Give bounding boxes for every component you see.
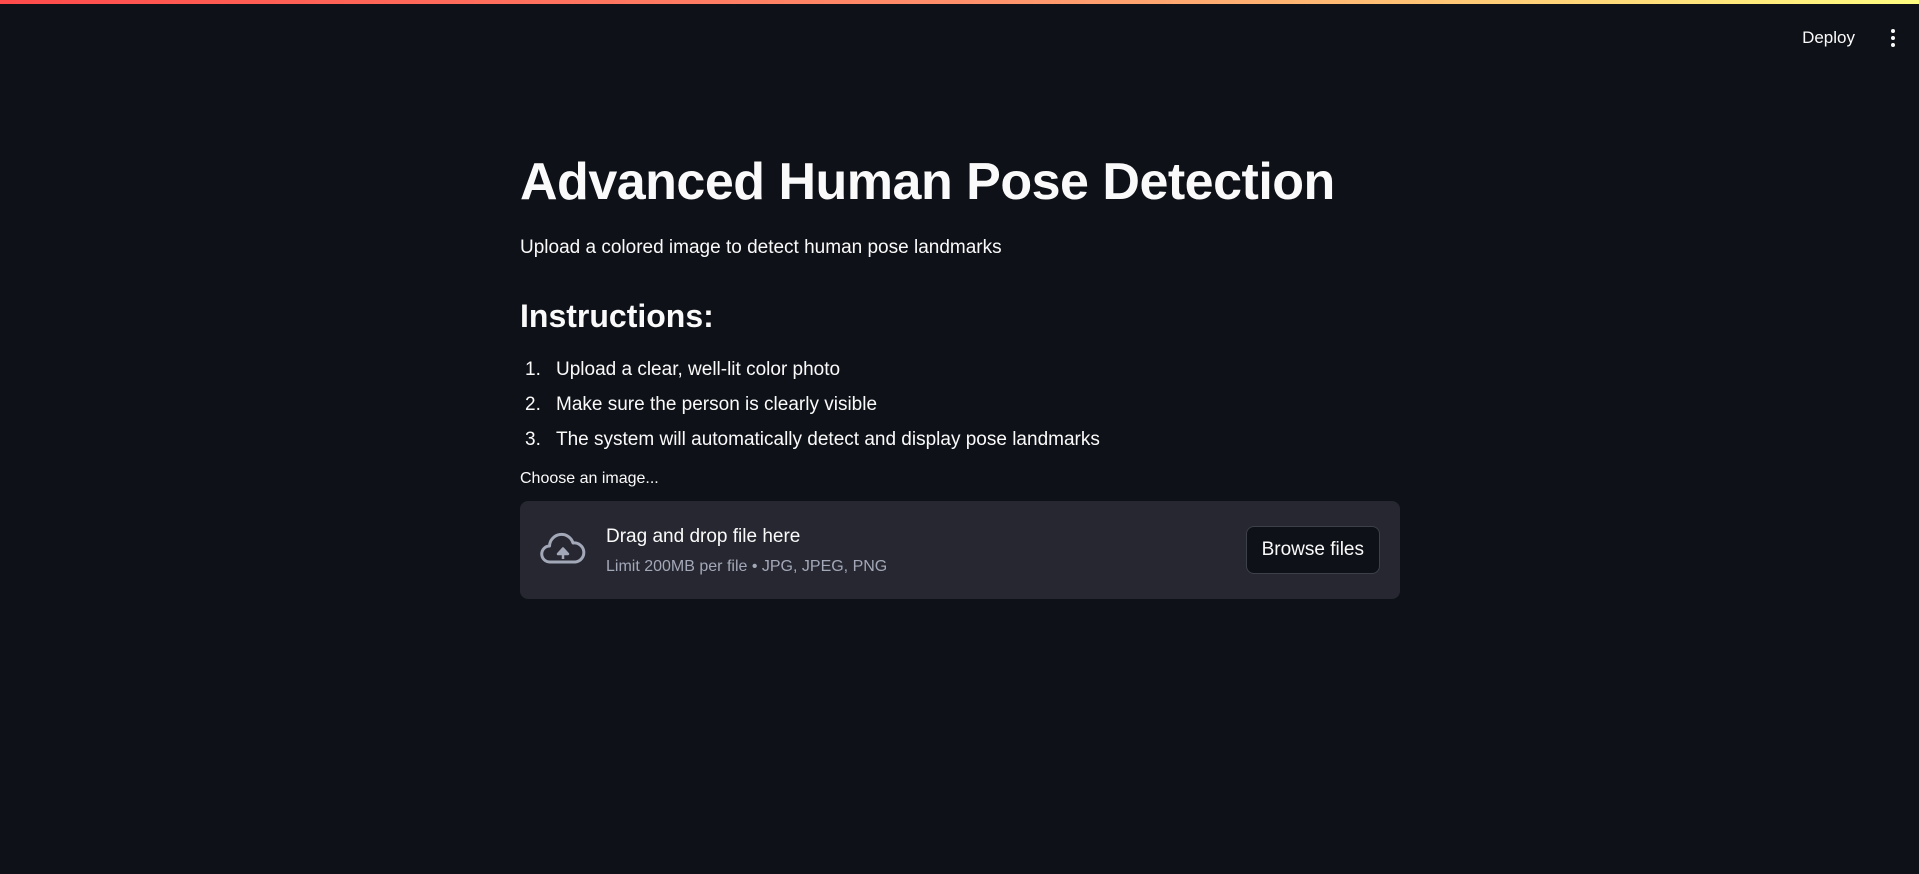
instruction-number: 1. <box>525 359 541 380</box>
app-header: Deploy <box>0 4 1919 64</box>
page-subtitle: Upload a colored image to detect human p… <box>520 237 1002 258</box>
instruction-text: Upload a clear, well-lit color photo <box>556 359 841 380</box>
instructions-list: 1. Upload a clear, well-lit color photo … <box>520 358 1400 452</box>
deploy-button[interactable]: Deploy <box>1792 19 1865 57</box>
instruction-number: 3. <box>525 429 541 450</box>
instruction-number: 2. <box>525 394 541 415</box>
file-dropzone[interactable]: Drag and drop file here Limit 200MB per … <box>520 501 1400 599</box>
main-content: Advanced Human Pose Detection Upload a c… <box>520 150 1400 599</box>
instruction-text: The system will automatically detect and… <box>556 429 1100 450</box>
instruction-item: 1. Upload a clear, well-lit color photo <box>520 358 1400 382</box>
instruction-text: Make sure the person is clearly visible <box>556 394 878 415</box>
browse-files-button[interactable]: Browse files <box>1245 526 1380 574</box>
instructions-heading: Instructions: <box>520 298 714 334</box>
file-uploader-label: Choose an image... <box>520 470 659 487</box>
menu-dot <box>1891 36 1895 40</box>
page-title: Advanced Human Pose Detection <box>520 153 1335 211</box>
drop-title: Drag and drop file here <box>606 526 801 547</box>
instruction-item: 3. The system will automatically detect … <box>520 428 1400 452</box>
instruction-item: 2. Make sure the person is clearly visib… <box>520 393 1400 417</box>
menu-dot <box>1891 43 1895 47</box>
dropzone-instructions: Drag and drop file here Limit 200MB per … <box>606 525 887 577</box>
file-limit-text: Limit 200MB per file • JPG, JPEG, PNG <box>606 558 888 575</box>
menu-dot <box>1891 29 1895 33</box>
more-vertical-icon[interactable] <box>1881 22 1905 54</box>
cloud-upload-icon <box>540 532 586 564</box>
